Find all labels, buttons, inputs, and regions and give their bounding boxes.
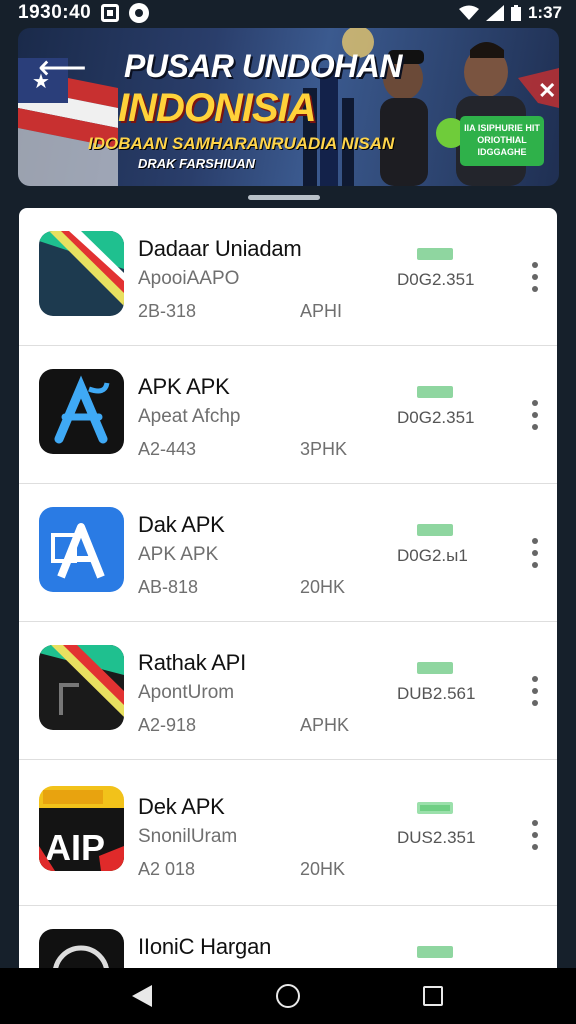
download-indicator	[417, 662, 453, 674]
app-type: 3PHK	[300, 439, 348, 459]
more-options-icon[interactable]	[525, 262, 545, 292]
app-name: Dadaar Uniadam	[138, 236, 302, 261]
app-name: APK APK	[138, 374, 230, 399]
striped-flag-icon	[39, 231, 124, 316]
app-developer: APK APK	[138, 544, 219, 565]
nav-back-icon[interactable]	[132, 985, 152, 1007]
app-size: D0G2.ы1	[397, 546, 468, 565]
app-list: Dadaar Uniadam ApooiAAPO 2B-318 APHI D0G…	[19, 208, 557, 968]
svg-text:AIP: AIP	[45, 827, 105, 868]
status-right: 1:37	[458, 3, 562, 23]
app-size: DUB2.561	[397, 684, 476, 703]
app-type: 20HK	[300, 859, 346, 879]
app-version: A2 018	[138, 859, 196, 879]
more-options-icon[interactable]	[525, 676, 545, 706]
battery-icon	[510, 5, 521, 21]
app-developer: SnonilUram	[138, 826, 238, 847]
back-arrow-icon[interactable]: ⟵	[38, 50, 87, 86]
banner-subtitle: IDOBAAN SAMHARANRUADIA NISAN	[88, 134, 395, 153]
banner-cta-box[interactable]: IIA ISIPHURIE HIT ORIOTHIAL IDGGAGHE	[460, 116, 544, 166]
app-name: Dek APK	[138, 794, 225, 819]
banner-title: PUSAR UNDOHAN	[124, 48, 402, 84]
status-clock: 1:37	[527, 3, 562, 22]
more-options-icon[interactable]	[525, 820, 545, 850]
app-version: A2-443	[138, 439, 197, 459]
app-developer: ApooiAAPO	[138, 268, 240, 289]
promo-banner[interactable]: ★ ⟵ PUSAR UNDOHAN INDONISIA IDOBAAN SAMH…	[18, 28, 559, 186]
app-version: A2-918	[138, 715, 197, 735]
striped-flag-icon	[39, 645, 124, 730]
app-name: Rathak API	[138, 650, 247, 675]
status-bar: 1930:40 1:37	[0, 0, 576, 26]
app-size: D0G2.351	[397, 408, 475, 427]
list-item[interactable]: Dadaar Uniadam ApooiAAPO 2B-318 APHI D0G…	[19, 208, 557, 346]
banner-tagline: DRAK FARSHIUAN	[138, 156, 255, 171]
status-left: 1930:40	[18, 2, 150, 24]
app-type: APHI	[300, 301, 343, 321]
app-version: 2B-318	[138, 301, 197, 321]
download-indicator	[417, 524, 453, 536]
more-options-icon[interactable]	[525, 400, 545, 430]
app-type: APHK	[300, 715, 350, 735]
download-indicator	[417, 248, 453, 260]
notification-circle-icon	[129, 3, 150, 23]
blue-a-logo-icon	[39, 369, 124, 454]
status-time: 1930:40	[18, 2, 92, 23]
blue-a-logo-icon	[39, 507, 124, 592]
list-item[interactable]: AIP Dek APK SnonilUram A2 018 20HK DUS2.…	[19, 760, 557, 906]
dark-ring-icon	[39, 929, 124, 968]
app-version: AB-818	[138, 577, 199, 597]
download-indicator	[417, 386, 453, 398]
app-developer: Apeat Afchp	[138, 406, 241, 427]
app-type: 20HK	[300, 577, 346, 597]
app-name: IIoniC Hargan	[138, 934, 272, 959]
app-name: Dak APK	[138, 512, 225, 537]
download-indicator	[417, 802, 453, 814]
system-nav-bar	[0, 968, 576, 1024]
download-indicator	[417, 946, 453, 958]
nav-recents-icon[interactable]	[423, 986, 443, 1006]
more-options-icon[interactable]	[525, 538, 545, 568]
app-size: DUS2.351	[397, 828, 476, 847]
app-developer: ApontUrom	[138, 682, 235, 703]
banner-close-icon[interactable]: ✕	[538, 78, 556, 104]
drag-handle[interactable]	[248, 195, 320, 200]
list-item[interactable]: IIoniC Hargan	[19, 906, 557, 968]
signal-icon	[485, 5, 504, 21]
list-item[interactable]: Dak APK APK APK AB-818 20HK D0G2.ы1	[19, 484, 557, 622]
wifi-icon	[458, 5, 479, 20]
list-item[interactable]: APK APK Apeat Afchp A2-443 3PHK D0G2.351	[19, 346, 557, 484]
aip-poster-icon: AIP	[39, 786, 124, 871]
notification-square-icon	[101, 4, 120, 22]
list-item[interactable]: Rathak API ApontUrom A2-918 APHK DUB2.56…	[19, 622, 557, 760]
nav-home-icon[interactable]	[276, 984, 300, 1008]
banner-title-country: INDONISIA	[118, 86, 317, 130]
app-size: D0G2.351	[397, 270, 475, 289]
